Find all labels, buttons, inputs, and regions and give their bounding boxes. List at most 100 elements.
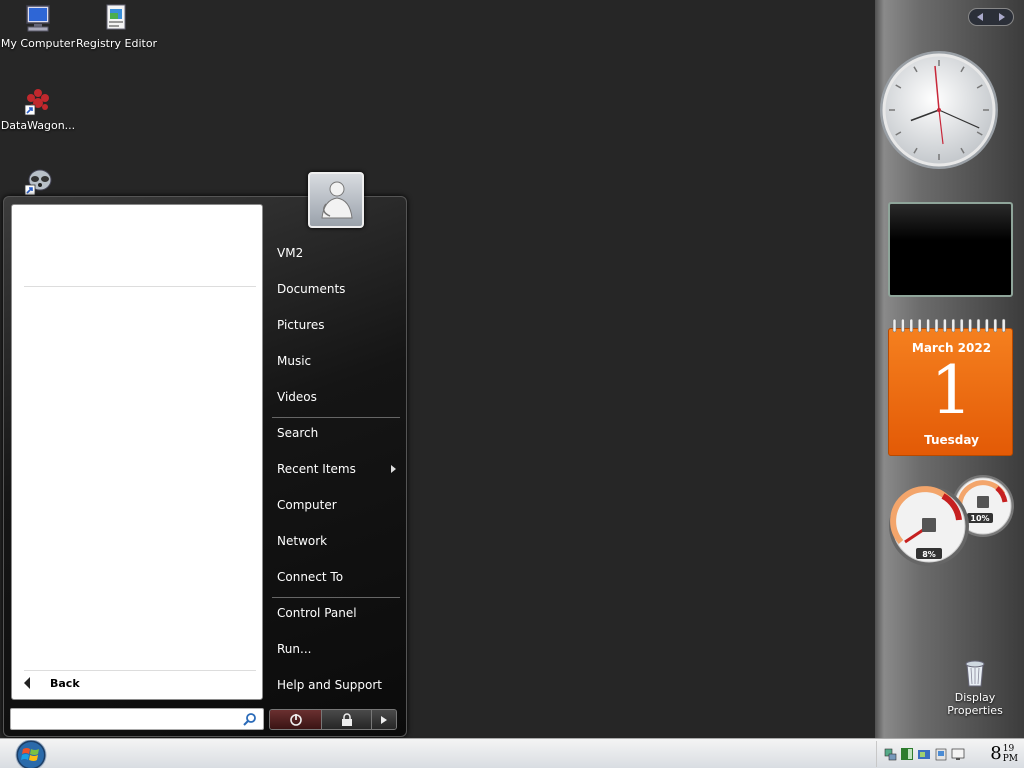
link-label: Documents — [277, 282, 346, 296]
gadget-navigation — [968, 8, 1014, 26]
calendar-ring — [959, 318, 964, 333]
calendar-ring — [951, 318, 956, 333]
start-link-recent-items[interactable]: Recent Items — [274, 454, 402, 484]
start-link-help-and-support[interactable]: Help and Support — [274, 670, 402, 700]
calendar-ring — [993, 318, 998, 333]
start-link-network[interactable]: Network — [274, 526, 402, 556]
search-icon[interactable] — [243, 712, 257, 726]
link-label: Pictures — [277, 318, 325, 332]
start-link-run[interactable]: Run... — [274, 634, 402, 664]
pinned-separator — [24, 286, 256, 287]
calendar-ring — [1001, 318, 1006, 333]
calendar-ring — [909, 318, 914, 333]
arrow-right-icon — [381, 715, 387, 724]
lock-button[interactable] — [322, 710, 372, 729]
back-arrow-icon — [24, 677, 30, 689]
network-tray-icon[interactable] — [883, 747, 897, 761]
start-link-music[interactable]: Music — [274, 346, 402, 376]
power-icon — [289, 713, 302, 726]
start-link-control-panel[interactable]: Control Panel — [274, 598, 402, 628]
start-search-input[interactable] — [15, 710, 235, 728]
taskbar-clock[interactable]: 8 19 PM — [990, 743, 1018, 764]
power-button-bar — [269, 709, 397, 730]
user-picture[interactable] — [308, 172, 364, 228]
clock-gadget[interactable] — [879, 48, 999, 172]
security-tray-icon[interactable] — [934, 747, 948, 761]
next-gadgets-button[interactable] — [999, 13, 1005, 21]
display-properties-label: Display Properties — [947, 691, 1003, 717]
calendar-ring — [892, 318, 897, 333]
calendar-page: March 2022 1 Tuesday — [888, 328, 1013, 456]
calendar-day: 1 — [930, 352, 973, 429]
lock-icon — [341, 712, 352, 726]
desktop-icon-registry-editor[interactable]: Registry Editor — [76, 3, 158, 50]
start-button[interactable] — [10, 740, 51, 768]
start-link-documents[interactable]: Documents — [274, 274, 402, 304]
calendar-ring — [976, 318, 981, 333]
slideshow-gadget[interactable] — [888, 202, 1013, 297]
taskbar: 8 19 PM — [0, 738, 1024, 768]
calendar-ring — [985, 318, 989, 333]
calendar-binding-rings — [892, 318, 1006, 333]
calendar-ring — [917, 318, 922, 333]
back-button[interactable]: Back — [20, 673, 256, 693]
sidebar-tray-icon[interactable] — [900, 747, 914, 761]
desktop-icon-display-properties[interactable]: Display Properties — [945, 656, 1005, 717]
start-menu: Back VM2 Documents Pictures Music Videos… — [3, 172, 407, 737]
memory-chip-icon — [977, 496, 989, 508]
link-label: Help and Support — [277, 678, 382, 692]
start-link-search[interactable]: Search — [274, 418, 402, 448]
clock-minute: 19 — [1002, 743, 1015, 754]
desktop-icon-raccoon[interactable] — [0, 165, 78, 199]
link-label: Connect To — [277, 570, 344, 584]
link-label: Run... — [277, 642, 312, 656]
recycle-bin-icon — [965, 660, 985, 687]
registry-editor-icon — [100, 3, 132, 35]
calendar-ring — [926, 318, 930, 333]
start-link-vm2[interactable]: VM2 — [274, 238, 402, 268]
submenu-arrow-icon — [391, 465, 396, 473]
calendar-ring — [934, 318, 939, 333]
desktop-icon-my-computer[interactable]: My Computer — [0, 3, 78, 50]
shutdown-options-button[interactable] — [372, 710, 396, 729]
windows-defender-tray-icon[interactable] — [917, 747, 931, 761]
windows-sidebar: March 2022 1 Tuesday 10% 8% Display Prop… — [875, 0, 1024, 738]
start-link-computer[interactable]: Computer — [274, 490, 402, 520]
desktop-icon-label: My Computer — [0, 37, 76, 50]
link-label: Computer — [277, 498, 337, 512]
calendar-ring — [943, 318, 947, 333]
link-label: VM2 — [277, 246, 304, 260]
desktop-icon-datawagon[interactable]: DataWagon... — [0, 85, 78, 132]
calendar-ring — [968, 318, 972, 333]
cpu-meter-gadget[interactable]: 10% 8% — [887, 472, 1015, 570]
previous-gadgets-button[interactable] — [977, 13, 983, 21]
power-button[interactable] — [270, 710, 322, 729]
clock-hour: 8 — [990, 743, 1002, 764]
link-label: Control Panel — [277, 606, 357, 620]
cpu-percent: 8% — [922, 550, 936, 559]
calendar-gadget[interactable]: March 2022 1 Tuesday — [888, 318, 1013, 456]
datawagon-icon — [22, 85, 54, 117]
memory-percent: 10% — [970, 514, 989, 523]
raccoon-icon — [22, 165, 54, 197]
desktop-icon-label: Registry Editor — [76, 37, 158, 50]
start-search-field[interactable] — [10, 708, 264, 730]
link-label: Search — [277, 426, 319, 440]
link-label: Network — [277, 534, 328, 548]
back-label: Back — [50, 676, 80, 690]
user-avatar-icon — [321, 181, 353, 219]
notification-area: 8 19 PM — [876, 741, 1024, 767]
start-link-connect-to[interactable]: Connect To — [274, 562, 402, 592]
cpu-chip-icon — [922, 518, 936, 532]
display-tray-icon[interactable] — [951, 747, 965, 761]
link-label: Music — [277, 354, 312, 368]
back-separator — [24, 670, 256, 671]
start-link-pictures[interactable]: Pictures — [274, 310, 402, 340]
calendar-weekday: Tuesday — [924, 433, 979, 447]
link-label: Videos — [277, 390, 317, 404]
desktop-icon-label: DataWagon... — [0, 119, 76, 132]
link-label: Recent Items — [277, 462, 356, 476]
start-link-videos[interactable]: Videos — [274, 382, 402, 412]
calendar-ring — [901, 318, 905, 333]
clock-ampm: PM — [1002, 753, 1018, 764]
